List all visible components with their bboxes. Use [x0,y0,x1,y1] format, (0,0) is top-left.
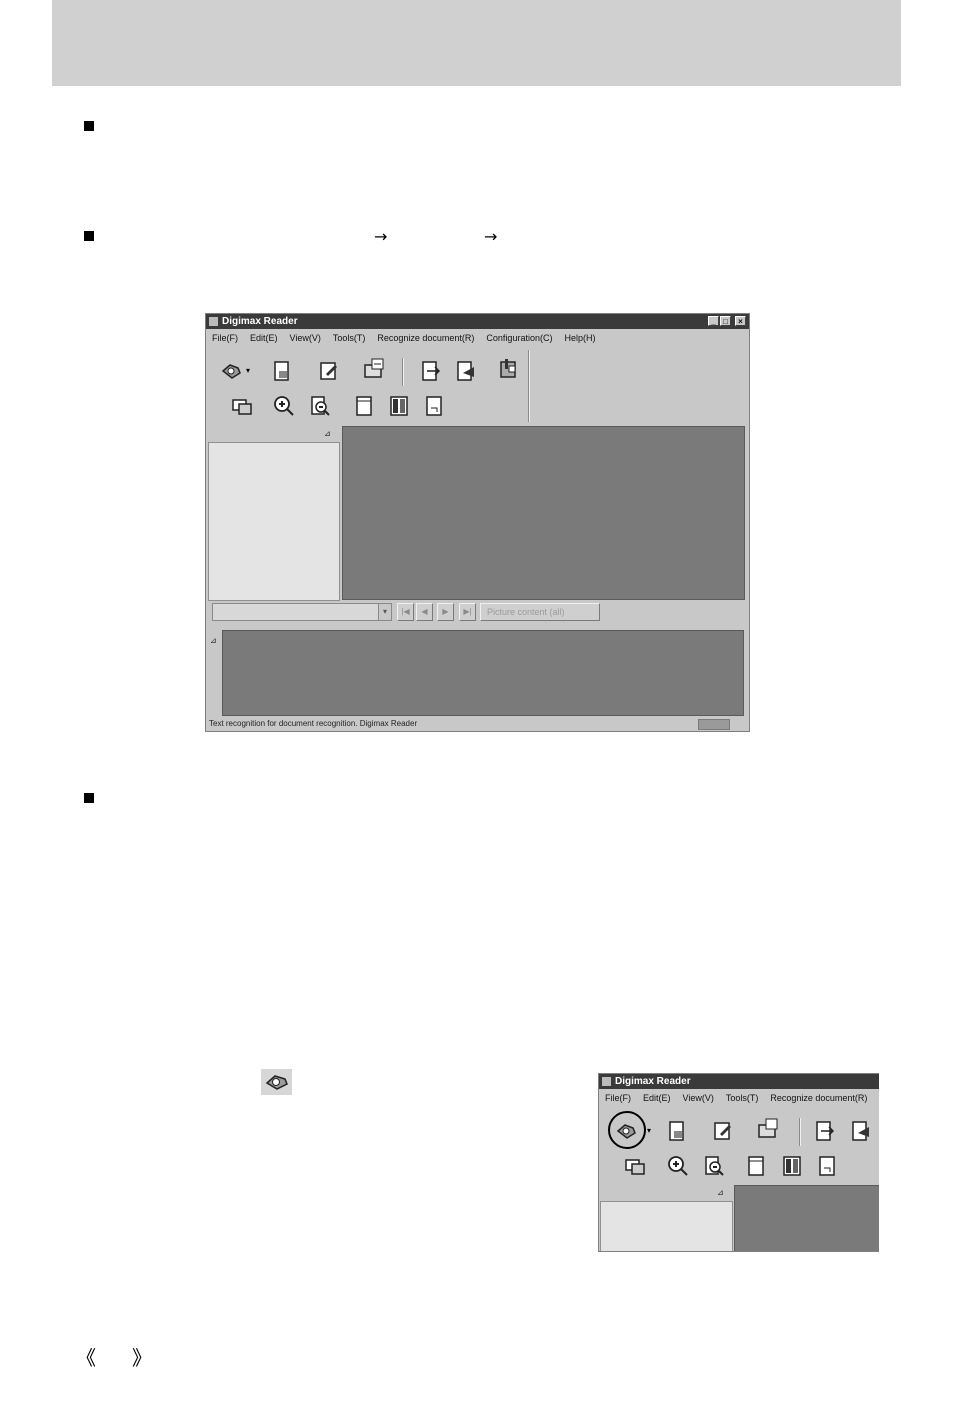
menu-recognize-document[interactable]: Recognize document(R) [377,330,474,347]
step-arrow-2: → [484,227,498,246]
next-page-button[interactable]: ▶ [437,603,454,621]
toolbar-end-separator [528,350,530,422]
section-bullet-3 [84,793,94,803]
status-bar: Text recognition for document recognitio… [206,717,749,731]
page-nav-left: 《 [76,1346,96,1370]
copy-icon[interactable] [623,1154,647,1178]
pane-pin-icon[interactable]: ⊿ [717,1189,724,1197]
zoom-menu-bar: File(F) Edit(E) View(V) Tools(T) Recognize d… [599,1090,879,1107]
section-bullet-1 [84,121,94,131]
image-view-area[interactable] [342,426,745,600]
text-result-pane[interactable] [222,630,744,716]
picture-content-button[interactable]: Picture content (all) [480,603,600,621]
document-tree-pane[interactable] [208,442,340,601]
window-title: Digimax Reader [222,316,298,327]
zoom-out-icon[interactable] [308,394,332,418]
page-next-icon[interactable] [422,394,446,418]
zoom-title-bar: Digimax Reader [599,1074,879,1089]
acquire-dropdown-icon[interactable]: ▾ [246,366,250,375]
columns-icon[interactable] [387,394,411,418]
page-icon[interactable] [352,394,376,418]
zoom-out-icon[interactable] [702,1154,726,1178]
close-button[interactable]: × [735,316,746,326]
copy-icon[interactable] [230,394,254,418]
last-page-button[interactable]: ▶| [459,603,476,621]
page-nav-right: 》 [132,1346,152,1370]
app-icon [602,1077,611,1086]
status-indicator [698,719,730,730]
acquire-dropdown-icon[interactable]: ▾ [647,1126,651,1135]
edit-icon[interactable] [317,359,341,383]
menu-view[interactable]: View(V) [683,1090,714,1107]
open-file-icon[interactable] [665,1119,689,1143]
pane-pin-icon[interactable]: ⊿ [324,430,331,438]
left-pane-header [600,1186,733,1200]
toolbar-separator [799,1118,801,1146]
page-icon[interactable] [744,1154,768,1178]
columns-icon[interactable] [780,1154,804,1178]
zoomed-app-window: Digimax Reader File(F) Edit(E) View(V) Tool… [598,1073,879,1252]
menu-recognize-document[interactable]: Recognize document(R) [770,1090,867,1107]
zoom-in-icon[interactable] [666,1154,690,1178]
menu-edit[interactable]: Edit(E) [250,330,278,347]
page-header-band [52,0,901,86]
menu-configuration[interactable]: Configuration(C) [486,330,552,347]
acquire-image-inline-icon [261,1069,292,1095]
recognize-save-icon[interactable] [454,359,478,383]
minimize-button[interactable]: _ [708,316,719,326]
settings-icon[interactable] [496,357,520,381]
export-icon[interactable] [756,1116,780,1140]
first-page-button[interactable]: |◀ [397,603,414,621]
main-title-bar: Digimax Reader _ □ × [206,314,749,329]
toolbar-separator [402,358,404,386]
navigation-bar: ▾ |◀ ◀ ▶ ▶| Picture content (all) [208,602,745,622]
lower-pane-pin-icon[interactable]: ⊿ [210,637,217,645]
chevron-down-icon[interactable]: ▾ [378,604,391,620]
zoom-in-icon[interactable] [272,394,296,418]
prev-page-button[interactable]: ◀ [416,603,433,621]
menu-file[interactable]: File(F) [605,1090,631,1107]
app-icon [209,317,218,326]
menu-file[interactable]: File(F) [212,330,238,347]
edit-icon[interactable] [711,1119,735,1143]
highlight-circle [608,1111,646,1149]
export-icon[interactable] [362,356,386,380]
acquire-image-icon[interactable] [220,359,244,383]
image-view-area[interactable] [734,1185,879,1251]
open-file-icon[interactable] [270,359,294,383]
menu-help[interactable]: Help(H) [564,330,595,347]
left-pane-header [208,427,340,441]
status-text: Text recognition for document recognitio… [209,719,418,728]
page-next-icon[interactable] [815,1154,839,1178]
recognize-icon[interactable] [419,359,443,383]
recognize-icon[interactable] [813,1119,837,1143]
maximize-button[interactable]: □ [720,316,731,326]
main-app-window: Digimax Reader _ □ × File(F) Edit(E) View(… [205,313,750,732]
menu-edit[interactable]: Edit(E) [643,1090,671,1107]
menu-bar: File(F) Edit(E) View(V) Tools(T) Recognize d… [206,330,749,347]
document-tree-pane[interactable] [600,1201,733,1251]
zoom-window-title: Digimax Reader [615,1076,691,1087]
section-bullet-2 [84,231,94,241]
recognize-save-icon[interactable] [849,1119,873,1143]
step-arrow-1: → [374,227,388,246]
menu-tools[interactable]: Tools(T) [333,330,366,347]
page-selector[interactable]: ▾ [212,603,392,621]
menu-view[interactable]: View(V) [290,330,321,347]
menu-tools[interactable]: Tools(T) [726,1090,759,1107]
